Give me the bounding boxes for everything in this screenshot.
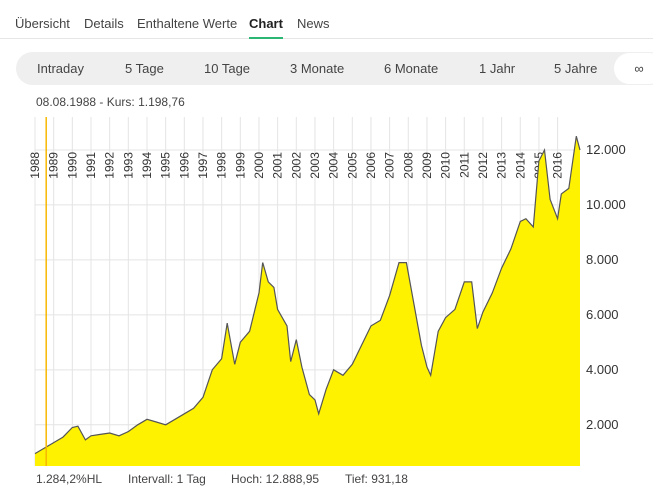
- top-tab-bar: Übersicht Details Enthaltene Werte Chart…: [0, 0, 653, 39]
- range-1-jahr-button[interactable]: 1 Jahr: [479, 61, 515, 76]
- x-tick-label: 1996: [177, 152, 191, 179]
- x-tick-label: 2016: [551, 152, 565, 179]
- x-tick-label: 1998: [215, 152, 229, 179]
- x-tick-label: 2001: [271, 152, 285, 179]
- range-5-jahre-button[interactable]: 5 Jahre: [554, 61, 597, 76]
- x-tick-label: 1990: [65, 152, 79, 179]
- active-tab-indicator: [249, 37, 283, 39]
- x-tick-label: 1999: [233, 152, 247, 179]
- x-tick-label: 2007: [383, 152, 397, 179]
- interval-value: Intervall: 1 Tag: [128, 472, 206, 486]
- range-5-tage-button[interactable]: 5 Tage: [125, 61, 164, 76]
- range-max-button[interactable]: ∞: [614, 53, 653, 84]
- x-tick-label: 2014: [513, 152, 527, 179]
- x-tick-label: 1989: [47, 152, 61, 179]
- high-value: Hoch: 12.888,95: [231, 472, 320, 486]
- y-tick-label: 6.000: [586, 307, 619, 322]
- range-3-monate-button[interactable]: 3 Monate: [290, 61, 344, 76]
- x-tick-label: 1994: [140, 152, 154, 179]
- y-tick-label: 12.000: [586, 142, 626, 157]
- x-tick-label: 2006: [364, 152, 378, 179]
- x-tick-label: 2013: [495, 152, 509, 179]
- x-tick-label: 1992: [103, 152, 117, 179]
- x-tick-label: 2010: [439, 152, 453, 179]
- x-tick-label: 2012: [476, 152, 490, 179]
- x-tick-label: 2000: [252, 152, 266, 179]
- tab-news[interactable]: News: [297, 16, 330, 31]
- y-tick-label: 10.000: [586, 197, 626, 212]
- range-intraday-button[interactable]: Intraday: [37, 61, 84, 76]
- price-chart[interactable]: 2.000 4.000 6.000 8.000 10.000 12.000 1988 1989…: [0, 112, 653, 470]
- performance-value: 1.284,2%HL: [36, 472, 103, 486]
- x-tick-label: 1988: [28, 152, 42, 179]
- tab-uebersicht[interactable]: Übersicht: [15, 16, 70, 31]
- x-tick-label: 2008: [401, 152, 415, 179]
- x-tick-label: 1993: [121, 152, 135, 179]
- tab-chart[interactable]: Chart: [249, 16, 283, 39]
- x-tick-label: 2002: [289, 152, 303, 179]
- x-tick-label: 2005: [345, 152, 359, 179]
- x-tick-label: 1995: [159, 152, 173, 179]
- hover-info: 08.08.1988 - Kurs: 1.198,76: [36, 95, 185, 109]
- x-tick-label: 1991: [84, 152, 98, 179]
- tab-enthaltene-werte[interactable]: Enthaltene Werte: [137, 16, 237, 31]
- tab-chart-label: Chart: [249, 16, 283, 31]
- time-range-selector: Intraday 5 Tage 10 Tage 3 Monate 6 Monat…: [16, 52, 653, 85]
- x-tick-label: 2004: [327, 152, 341, 179]
- price-area: [35, 136, 580, 466]
- tab-details[interactable]: Details: [84, 16, 124, 31]
- y-tick-label: 8.000: [586, 252, 619, 267]
- x-tick-label: 2003: [308, 152, 322, 179]
- y-tick-label: 4.000: [586, 362, 619, 377]
- x-tick-label: 1997: [196, 152, 210, 179]
- low-value: Tief: 931,18: [345, 472, 408, 486]
- range-10-tage-button[interactable]: 10 Tage: [204, 61, 250, 76]
- x-tick-label: 2009: [420, 152, 434, 179]
- x-tick-label: 2011: [457, 152, 471, 178]
- y-tick-label: 2.000: [586, 417, 619, 432]
- range-6-monate-button[interactable]: 6 Monate: [384, 61, 438, 76]
